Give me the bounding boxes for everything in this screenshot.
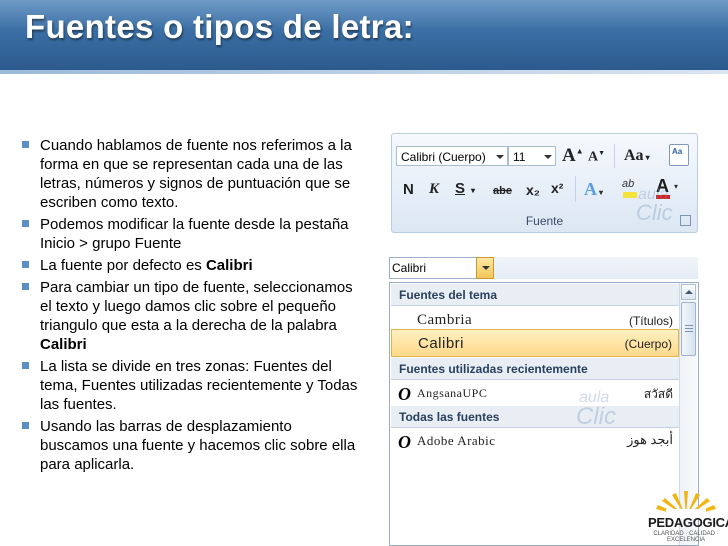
font-item-tag: (Títulos) [628,314,673,328]
font-combo-dropdown-button[interactable] [476,257,494,279]
bullet-item: Cuando hablamos de fuente nos referimos … [22,136,362,212]
ribbon-font-group: Calibri (Cuerpo) 11 A▲ A▼ Aa ▾ Aa N K S ▾… [391,133,698,233]
thumb-grip [685,331,693,332]
bullet-marker-icon [22,141,29,148]
font-item-name: Cambria [417,312,473,328]
grow-font-button[interactable]: A▲ [562,145,584,167]
opentype-font-icon: O [398,432,411,452]
bullet-item: La fuente por defecto es Calibri [22,256,362,275]
bullet-text: La lista se divide en tres zonas: Fuente… [40,358,358,413]
font-group-label: Fuente [525,214,564,228]
font-item-name: AngsanaUPC [417,386,488,400]
bullet-marker-icon [22,261,29,268]
font-size-value: 11 [513,150,526,164]
grow-font-label: A [562,145,576,166]
dialog-launcher-icon[interactable] [680,215,691,226]
title-bar: Fuentes o tipos de letra: [0,0,728,70]
font-item-tag: (Cuerpo) [624,337,672,351]
section-recent-fonts: Fuentes utilizadas recientemente [391,358,679,380]
font-item-angsanaupc[interactable]: O AngsanaUPC สวัสดี [391,380,679,406]
chevron-down-icon: ▾ [674,182,679,191]
bullet-text: Usando las barras de desplazamiento busc… [40,418,356,473]
font-name-combo[interactable]: Calibri (Cuerpo) [396,146,508,166]
font-item-name: Calibri [418,335,465,352]
underline-button[interactable]: S ▾ [455,180,475,197]
change-case-button[interactable]: Aa ▾ [624,147,650,165]
title-divider [0,70,728,74]
pedagogica-logo: PEDAGOGICA CLARIDAD · CALIDAD · EXCELENC… [648,487,728,543]
bullet-text: Podemos modificar la fuente desde la pes… [40,216,349,252]
text-effects-icon: A [584,179,597,199]
bullet-item: La lista se divide en tres zonas: Fuente… [22,357,362,414]
bullet-text-bold: Calibri [205,257,253,274]
bullet-item: Podemos modificar la fuente desde la pes… [22,215,362,253]
shrink-font-label: A [588,149,599,165]
bullet-marker-icon [22,220,29,227]
font-item-adobe-arabic[interactable]: O Adobe Arabic أبجد هوز [391,428,679,454]
change-case-label: Aa [624,147,644,164]
section-all-fonts: Todas las fuentes [391,406,679,428]
scroll-up-button[interactable] [681,284,696,300]
bullet-item: Para cambiar un tipo de fuente, seleccio… [22,278,362,354]
bullet-text: Cuando hablamos de fuente nos referimos … [40,137,352,211]
scroll-thumb[interactable] [681,302,696,356]
text-effects-button[interactable]: A ▾ [584,179,603,200]
italic-button[interactable]: K [429,181,439,198]
strikethrough-button[interactable]: abe [493,185,512,197]
separator [614,144,615,168]
font-combo-value: Calibri [392,261,427,275]
chevron-down-icon [544,155,552,159]
shrink-font-button[interactable]: A▼ [588,149,605,166]
bullet-text-bold: Calibri [40,336,87,353]
font-item-sample: أبجد هوز [627,432,673,447]
font-item-sample: สวัสดี [643,387,673,401]
logo-name: PEDAGOGICA [648,515,728,530]
bullet-marker-icon [22,362,29,369]
slide-title: Fuentes o tipos de letra: [25,8,414,45]
clear-format-icon: Aa [672,147,683,156]
underline-label: S [455,180,466,197]
font-name-value: Calibri (Cuerpo) [401,150,486,164]
font-item-calibri[interactable]: Calibri (Cuerpo) [391,329,679,357]
chevron-down-icon [496,155,504,159]
ribbon-strip [494,257,698,279]
bold-button[interactable]: N [403,181,414,198]
bullet-text: Para cambiar un tipo de fuente, seleccio… [40,279,353,334]
opentype-font-icon: O [398,384,411,404]
superscript-button[interactable]: x² [551,180,563,196]
clear-format-button[interactable]: Aa [669,144,689,166]
watermark-clic: Clic [576,403,616,430]
thumb-grip [685,325,693,326]
bullet-item: Usando las barras de desplazamiento busc… [22,417,362,474]
separator [575,176,576,202]
section-theme-fonts: Fuentes del tema [391,284,679,306]
highlight-label: ab [622,178,635,190]
bullet-list: Cuando hablamos de fuente nos referimos … [22,136,362,477]
font-size-combo[interactable]: 11 [508,146,556,166]
bullet-marker-icon [22,283,29,290]
highlight-swatch [623,192,637,198]
font-item-name: Adobe Arabic [417,433,496,448]
subscript-button[interactable]: x₂ [526,182,540,198]
bullet-text: La fuente por defecto es [40,257,206,274]
bullet-marker-icon [22,422,29,429]
logo-tagline: CLARIDAD · CALIDAD · EXCELENCIA [653,531,719,543]
thumb-grip [685,328,693,329]
